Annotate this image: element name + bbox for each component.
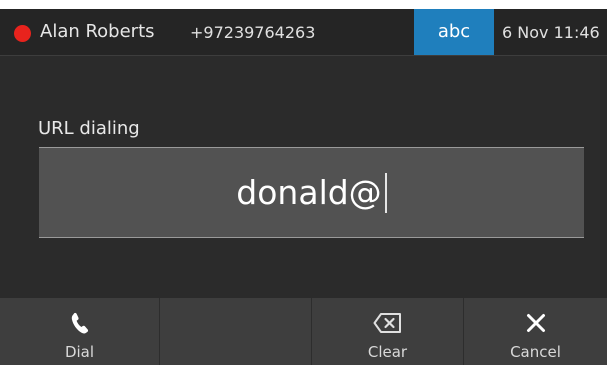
- dial-softkey[interactable]: Dial: [0, 298, 160, 365]
- clear-softkey-label: Clear: [367, 343, 408, 361]
- user-name: Alan Roberts: [40, 21, 155, 42]
- phone-handset-icon: [0, 311, 159, 335]
- clear-softkey[interactable]: Clear: [312, 298, 464, 365]
- url-dialing-input[interactable]: donald@: [39, 147, 584, 238]
- url-dialing-label: URL dialing: [38, 118, 140, 139]
- input-mode-indicator[interactable]: abc: [414, 9, 494, 55]
- cancel-softkey[interactable]: Cancel: [464, 298, 607, 365]
- status-bar: Alan Roberts +97239764263 abc 6 Nov 11:4…: [0, 9, 607, 56]
- cancel-softkey-label: Cancel: [510, 343, 561, 361]
- user-number: +97239764263: [190, 23, 316, 42]
- phone-screen: Alan Roberts +97239764263 abc 6 Nov 11:4…: [0, 9, 607, 365]
- date-time: 6 Nov 11:46: [502, 23, 600, 42]
- close-icon: [464, 311, 607, 335]
- softkey-bar: Dial Clear Cancel: [0, 298, 607, 365]
- url-dialing-value: donald@: [236, 172, 382, 212]
- dial-softkey-label: Dial: [64, 343, 95, 361]
- backspace-icon: [312, 311, 463, 335]
- text-cursor: [384, 172, 387, 213]
- empty-softkey[interactable]: [160, 298, 312, 365]
- presence-status-indicator: [14, 25, 31, 42]
